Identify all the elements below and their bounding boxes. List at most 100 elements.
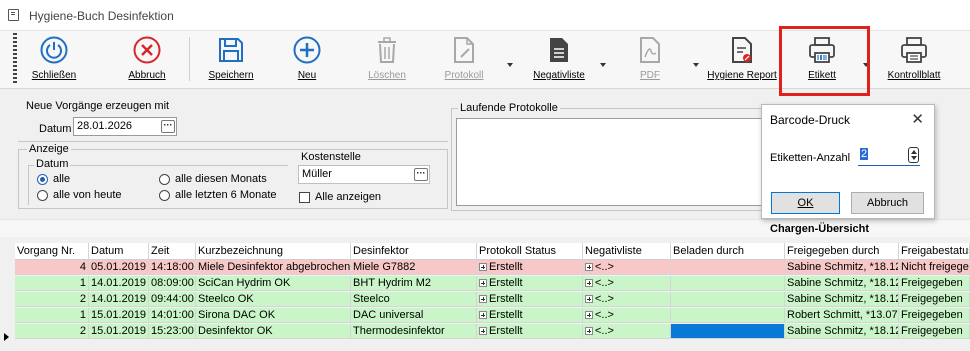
- table-cell[interactable]: [671, 324, 785, 339]
- column-header[interactable]: Beladen durch: [671, 243, 785, 260]
- table-cell[interactable]: 15:23:00: [149, 324, 196, 339]
- table-cell[interactable]: [671, 308, 785, 323]
- date-picker-button[interactable]: ···: [161, 120, 175, 133]
- table-cell[interactable]: Freigegeben: [899, 308, 970, 323]
- table-cell[interactable]: Erstellt: [477, 308, 583, 323]
- table-cell[interactable]: 09:44:00: [149, 292, 196, 307]
- table-cell[interactable]: Miele G7882: [351, 260, 477, 275]
- column-header[interactable]: Negativliste: [583, 243, 671, 260]
- cost-center-field[interactable]: Müller: [298, 165, 430, 184]
- label-button[interactable]: Etikett: [800, 35, 844, 85]
- label-count-stepper[interactable]: 2: [858, 146, 920, 166]
- expand-icon[interactable]: [479, 327, 487, 335]
- column-header[interactable]: Datum: [89, 243, 149, 260]
- radio-all[interactable]: [37, 174, 48, 185]
- stepper-arrows-icon[interactable]: [908, 147, 919, 163]
- table-cell[interactable]: [671, 292, 785, 307]
- expand-icon[interactable]: [585, 263, 593, 271]
- column-header[interactable]: Freigegeben durch: [785, 243, 899, 260]
- negative-list-dropdown-arrow[interactable]: [600, 63, 606, 67]
- table-cell[interactable]: <..>: [583, 292, 671, 307]
- table-cell[interactable]: Sabine Schmitz, *18.12.: [785, 324, 899, 339]
- table-cell[interactable]: <..>: [583, 308, 671, 323]
- expand-icon[interactable]: [479, 311, 487, 319]
- expand-icon[interactable]: [585, 311, 593, 319]
- expand-icon[interactable]: [479, 263, 487, 271]
- table-cell[interactable]: Freigegeben: [899, 324, 970, 339]
- delete-button[interactable]: Löschen: [365, 35, 409, 85]
- control-sheet-button[interactable]: Kontrollblatt: [883, 35, 945, 85]
- negative-list-button[interactable]: Negativliste: [528, 35, 590, 85]
- new-button[interactable]: Neu: [287, 35, 327, 85]
- pdf-button[interactable]: PDF: [630, 35, 670, 85]
- running-protocols-list[interactable]: [456, 118, 763, 206]
- save-button[interactable]: Speichern: [205, 35, 257, 85]
- column-header[interactable]: Vorgang Nr.: [15, 243, 89, 260]
- table-cell[interactable]: Freigegeben: [899, 292, 970, 307]
- ok-button[interactable]: OK: [771, 192, 840, 214]
- table-cell[interactable]: Sabine Schmitz, *18.12.: [785, 260, 899, 275]
- table-cell[interactable]: Robert Schmitt, *13.07.: [785, 308, 899, 323]
- table-cell[interactable]: Sabine Schmitz, *18.12.: [785, 292, 899, 307]
- expand-icon[interactable]: [585, 279, 593, 287]
- column-header[interactable]: Protokoll Status: [477, 243, 583, 260]
- column-header[interactable]: Zeit: [149, 243, 196, 260]
- table-cell[interactable]: SciCan Hydrim OK: [196, 276, 351, 291]
- table-cell[interactable]: Thermodesinfektor: [351, 324, 477, 339]
- table-cell[interactable]: DAC universal: [351, 308, 477, 323]
- table-cell[interactable]: 08:09:00: [149, 276, 196, 291]
- table-cell[interactable]: 14:01:00: [149, 308, 196, 323]
- table-cell[interactable]: 4: [15, 260, 89, 275]
- table-cell[interactable]: 14.01.2019: [89, 276, 149, 291]
- cost-center-picker-button[interactable]: ···: [414, 168, 428, 181]
- toolbar-grip[interactable]: [13, 33, 17, 85]
- pdf-dropdown-arrow[interactable]: [693, 63, 699, 67]
- table-cell[interactable]: Freigegeben: [899, 276, 970, 291]
- hygiene-report-button[interactable]: Hygiene Report: [707, 35, 777, 85]
- table-cell[interactable]: Miele Desinfektor abgebrochen: [196, 260, 351, 275]
- table-cell[interactable]: 15.01.2019: [89, 324, 149, 339]
- table-cell[interactable]: 2: [15, 292, 89, 307]
- column-header[interactable]: Kurzbezeichnung: [196, 243, 351, 260]
- close-icon[interactable]: ✕: [911, 110, 924, 128]
- expand-icon[interactable]: [585, 295, 593, 303]
- column-header[interactable]: Desinfektor: [351, 243, 477, 260]
- table-cell[interactable]: 14:18:00: [149, 260, 196, 275]
- close-button[interactable]: Schließen: [30, 35, 78, 85]
- table-cell[interactable]: Sirona DAC OK: [196, 308, 351, 323]
- table-cell[interactable]: Erstellt: [477, 260, 583, 275]
- radio-last-6-months[interactable]: [159, 190, 170, 201]
- table-cell[interactable]: Desinfektor OK: [196, 324, 351, 339]
- expand-icon[interactable]: [585, 327, 593, 335]
- table-cell[interactable]: 2: [15, 324, 89, 339]
- expand-icon[interactable]: [479, 295, 487, 303]
- radio-today[interactable]: [37, 190, 48, 201]
- table-cell[interactable]: Sabine Schmitz, *18.12.: [785, 276, 899, 291]
- table-cell[interactable]: [671, 260, 785, 275]
- table-cell[interactable]: Steelco: [351, 292, 477, 307]
- table-cell[interactable]: Erstellt: [477, 276, 583, 291]
- label-dropdown-arrow[interactable]: [863, 63, 869, 67]
- protocol-dropdown-arrow[interactable]: [507, 63, 513, 67]
- table-cell[interactable]: 05.01.2019: [89, 260, 149, 275]
- table-cell[interactable]: Erstellt: [477, 292, 583, 307]
- table-cell[interactable]: [671, 276, 785, 291]
- radio-this-month[interactable]: [159, 174, 170, 185]
- table-cell[interactable]: Nicht freigegeben: [899, 260, 970, 275]
- table-cell[interactable]: 1: [15, 276, 89, 291]
- protocol-button[interactable]: Protokoll: [438, 35, 490, 85]
- table-cell[interactable]: BHT Hydrim M2: [351, 276, 477, 291]
- expand-icon[interactable]: [479, 279, 487, 287]
- table-cell[interactable]: 14.01.2019: [89, 292, 149, 307]
- table-cell[interactable]: 1: [15, 308, 89, 323]
- cancel-button[interactable]: Abbruch: [123, 35, 171, 85]
- table-cell[interactable]: <..>: [583, 260, 671, 275]
- table-cell[interactable]: Steelco OK: [196, 292, 351, 307]
- table-cell[interactable]: <..>: [583, 324, 671, 339]
- column-header[interactable]: Freigabestatus: [899, 243, 970, 260]
- show-all-checkbox[interactable]: [299, 192, 310, 203]
- table-cell[interactable]: 15.01.2019: [89, 308, 149, 323]
- table-cell[interactable]: <..>: [583, 276, 671, 291]
- table-cell[interactable]: Erstellt: [477, 324, 583, 339]
- dialog-cancel-button[interactable]: Abbruch: [851, 192, 924, 214]
